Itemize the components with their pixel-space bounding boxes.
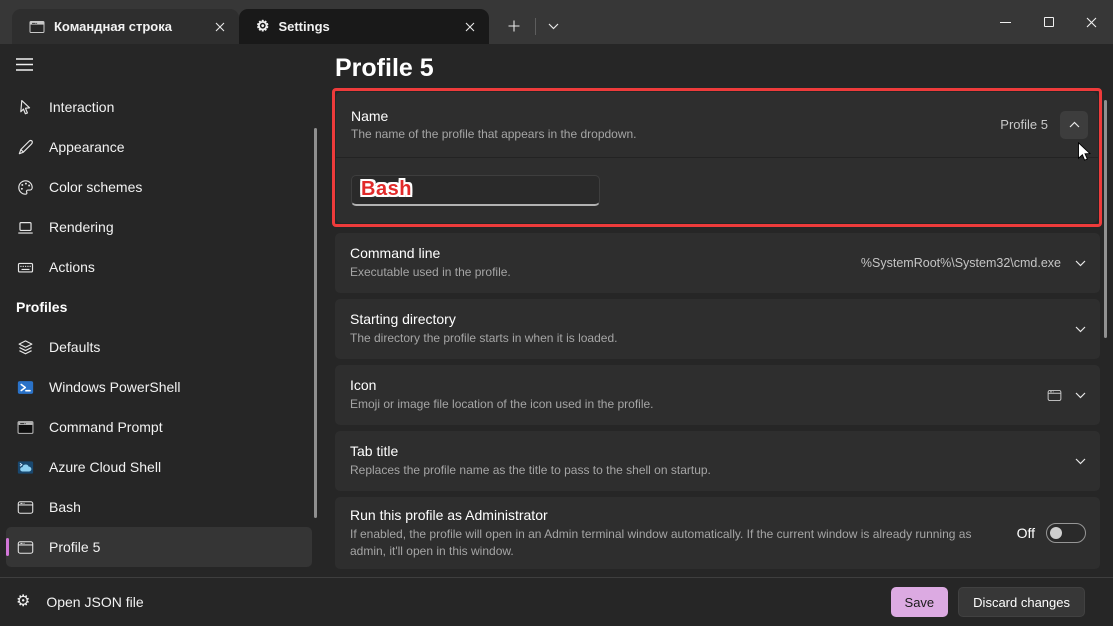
profile-name-input[interactable]: Bash: [351, 175, 600, 206]
sidebar-item-label: Profile 5: [49, 539, 100, 555]
setting-title: Command line: [350, 245, 861, 261]
setting-row-command-line[interactable]: Command line Executable used in the prof…: [335, 233, 1100, 293]
terminal-window-icon: [16, 539, 34, 556]
sidebar-item-rendering[interactable]: Rendering: [6, 207, 312, 247]
toggle-state-label: Off: [1017, 525, 1035, 541]
sidebar-item-profile-5[interactable]: Profile 5: [6, 527, 312, 567]
setting-title: Starting directory: [350, 311, 1075, 327]
sidebar: Interaction Appearance Color schemes: [0, 44, 318, 577]
minimize-button[interactable]: [984, 0, 1027, 44]
setting-description: Executable used in the profile.: [350, 264, 861, 281]
azure-cloud-icon: [16, 459, 34, 476]
sidebar-item-label: Command Prompt: [49, 419, 163, 435]
actions-icon: [16, 259, 34, 276]
profile-name-input-value: Bash: [361, 178, 412, 201]
sidebar-item-label: Interaction: [49, 99, 114, 115]
setting-title: Tab title: [350, 443, 1075, 459]
tab-settings[interactable]: ⚙ Settings: [239, 9, 489, 44]
mouse-cursor: [1077, 142, 1092, 163]
main-content: Profile 5 Name The name of the profile t…: [318, 44, 1113, 577]
setting-title: Icon: [350, 377, 1047, 393]
tab-command-prompt[interactable]: Командная строка: [12, 9, 239, 44]
setting-description: If enabled, the profile will open in an …: [350, 526, 990, 560]
tabbar-separator: [535, 18, 536, 35]
name-setting-card: Name The name of the profile that appear…: [336, 92, 1098, 223]
tab-close-icon[interactable]: [207, 14, 233, 40]
setting-description: Emoji or image file location of the icon…: [350, 396, 990, 413]
page-title: Profile 5: [335, 52, 1113, 84]
sidebar-item-windows-powershell[interactable]: Windows PowerShell: [6, 367, 312, 407]
open-json-file-label: Open JSON file: [46, 594, 143, 610]
setting-value: Profile 5: [1000, 117, 1048, 132]
sidebar-item-appearance[interactable]: Appearance: [6, 127, 312, 167]
sidebar-item-label: Rendering: [49, 219, 114, 235]
titlebar: Командная строка ⚙ Settings: [0, 0, 1113, 44]
save-button[interactable]: Save: [891, 587, 949, 617]
sidebar-item-label: Actions: [49, 259, 95, 275]
toggle-knob: [1050, 527, 1062, 539]
sidebar-item-command-prompt[interactable]: Command Prompt: [6, 407, 312, 447]
appearance-icon: [16, 139, 34, 156]
sidebar-item-label: Windows PowerShell: [49, 379, 181, 395]
sidebar-scrollbar[interactable]: [314, 128, 317, 518]
command-prompt-icon: [16, 419, 34, 436]
setting-title: Run this profile as Administrator: [350, 507, 1017, 523]
sidebar-item-interaction[interactable]: Interaction: [6, 87, 312, 127]
color-schemes-icon: [16, 179, 34, 196]
window-controls: [984, 0, 1113, 44]
collapse-expander-button[interactable]: [1060, 111, 1088, 139]
tab-label: Settings: [278, 19, 448, 34]
tab-close-icon[interactable]: [457, 14, 483, 40]
hamburger-menu-icon[interactable]: [16, 58, 34, 71]
content-scrollbar[interactable]: [1104, 100, 1107, 338]
setting-description: The name of the profile that appears in …: [351, 127, 1000, 141]
sidebar-item-color-schemes[interactable]: Color schemes: [6, 167, 312, 207]
sidebar-item-label: Color schemes: [49, 179, 142, 195]
annotation-highlight-box: Name The name of the profile that appear…: [332, 88, 1102, 227]
gear-icon: ⚙: [256, 19, 269, 34]
setting-description: The directory the profile starts in when…: [350, 330, 990, 347]
sidebar-item-bash[interactable]: Bash: [6, 487, 312, 527]
admin-toggle-switch[interactable]: [1046, 523, 1086, 543]
name-expander-header[interactable]: Name The name of the profile that appear…: [336, 92, 1098, 157]
terminal-settings-window: Командная строка ⚙ Settings: [0, 0, 1113, 626]
tab-dropdown-button[interactable]: [540, 13, 566, 39]
terminal-window-icon: [16, 499, 34, 516]
chevron-down-icon[interactable]: [1075, 392, 1086, 399]
maximize-button[interactable]: [1027, 0, 1070, 44]
sidebar-item-label: Appearance: [49, 139, 125, 155]
gear-icon: ⚙: [16, 594, 30, 610]
profiles-section-header: Profiles: [0, 287, 318, 327]
setting-title: Name: [351, 108, 1000, 124]
chevron-down-icon[interactable]: [1075, 326, 1086, 333]
sidebar-item-label: Defaults: [49, 339, 100, 355]
chevron-down-icon[interactable]: [1075, 260, 1086, 267]
cmd-window-icon: [1047, 388, 1062, 403]
footer-bar: ⚙ Open JSON file Save Discard changes: [0, 577, 1113, 626]
sidebar-item-label: Azure Cloud Shell: [49, 459, 161, 475]
interaction-icon: [16, 99, 34, 116]
open-json-file-button[interactable]: ⚙ Open JSON file: [16, 594, 144, 610]
setting-description: Replaces the profile name as the title t…: [350, 462, 990, 479]
setting-row-tab-title[interactable]: Tab title Replaces the profile name as t…: [335, 431, 1100, 491]
discard-changes-button[interactable]: Discard changes: [958, 587, 1085, 617]
setting-row-icon[interactable]: Icon Emoji or image file location of the…: [335, 365, 1100, 425]
cmd-window-icon: [29, 19, 45, 35]
setting-row-run-as-administrator: Run this profile as Administrator If ena…: [335, 497, 1100, 569]
rendering-icon: [16, 219, 34, 236]
sidebar-item-azure-cloud-shell[interactable]: Azure Cloud Shell: [6, 447, 312, 487]
chevron-down-icon[interactable]: [1075, 458, 1086, 465]
powershell-icon: [16, 379, 34, 396]
layers-icon: [16, 339, 34, 356]
sidebar-item-label: Bash: [49, 499, 81, 515]
setting-value: %SystemRoot%\System32\cmd.exe: [861, 256, 1061, 270]
close-button[interactable]: [1070, 0, 1113, 44]
tab-label: Командная строка: [54, 19, 198, 34]
setting-row-starting-directory[interactable]: Starting directory The directory the pro…: [335, 299, 1100, 359]
new-tab-button[interactable]: [501, 13, 527, 39]
sidebar-item-defaults[interactable]: Defaults: [6, 327, 312, 367]
name-expander-body: Bash: [336, 158, 1098, 222]
sidebar-item-actions[interactable]: Actions: [6, 247, 312, 287]
chevron-up-icon: [1069, 121, 1080, 128]
